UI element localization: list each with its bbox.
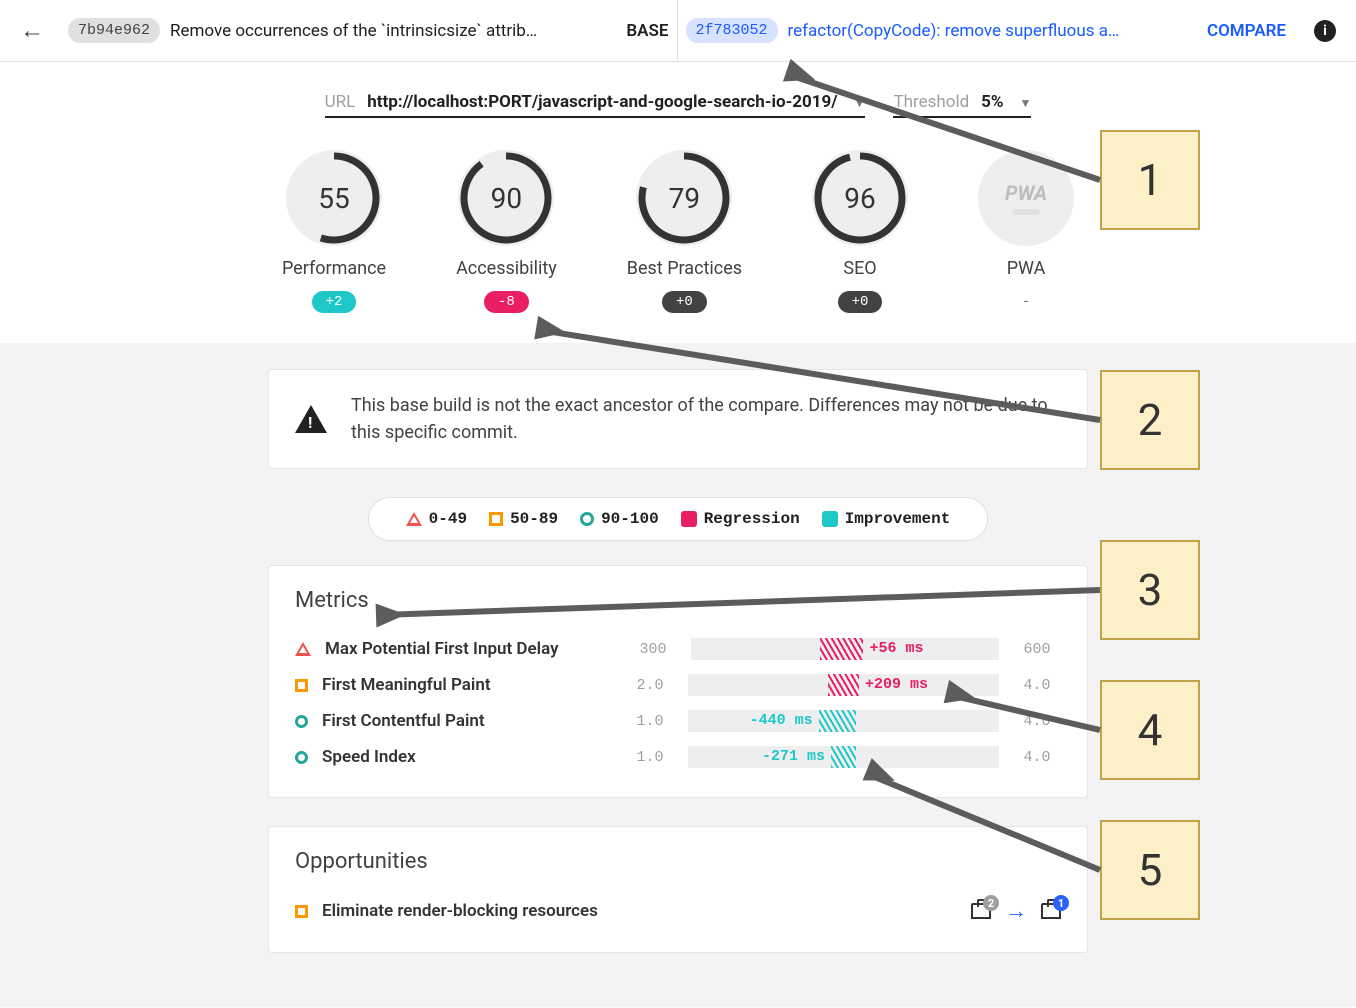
category-gauges: 55 Performance +2 90 Accessibility -8 79… <box>0 128 1356 343</box>
gauge-ring: 90 <box>458 150 554 246</box>
metric-bar: +56 ms <box>691 638 999 660</box>
url-value: http://localhost:PORT/javascript-and-goo… <box>367 92 837 112</box>
metric-row[interactable]: Max Potential First Input Delay 300 +56 … <box>295 631 1061 667</box>
ancestor-warning: This base build is not the exact ancesto… <box>268 369 1088 469</box>
opportunity-row[interactable]: Eliminate render-blocking resources 2 → … <box>295 892 1061 930</box>
metric-delta: -440 ms <box>750 712 819 729</box>
base-commit[interactable]: 7b94e962 Remove occurrences of the `intr… <box>60 18 677 43</box>
metric-range-low: 300 <box>629 641 677 658</box>
gauge-delta-pill: -8 <box>484 291 529 313</box>
gauge-label: Accessibility <box>456 258 557 279</box>
gauge-ring: 55 <box>286 150 382 246</box>
gauge-ring: 96 <box>812 150 908 246</box>
warning-icon <box>295 405 327 433</box>
arrow-right-icon: → <box>1005 898 1027 924</box>
legend-90-100: 90-100 <box>580 510 659 528</box>
gauge-seo[interactable]: 96 SEO +0 <box>812 150 908 313</box>
compare-message: refactor(CopyCode): remove superfluous a… <box>788 21 1197 41</box>
compare-commit[interactable]: 2f783052 refactor(CopyCode): remove supe… <box>677 0 1295 61</box>
gauge-accessibility[interactable]: 90 Accessibility -8 <box>456 150 557 313</box>
improvement-swatch-icon <box>822 511 838 527</box>
metric-range-high: 4.0 <box>1013 677 1061 694</box>
legend-regression: Regression <box>681 510 800 528</box>
tab-base-icon[interactable]: 2 <box>971 903 991 919</box>
legend-50-89: 50-89 <box>489 510 558 528</box>
url-label: URL <box>325 92 356 112</box>
regression-swatch-icon <box>681 511 697 527</box>
square-icon <box>295 679 308 692</box>
opportunity-name: Eliminate render-blocking resources <box>322 901 957 921</box>
metric-range-low: 1.0 <box>626 713 674 730</box>
warning-text: This base build is not the exact ancesto… <box>351 392 1061 446</box>
opportunities-title: Opportunities <box>295 849 1061 874</box>
threshold-label: Threshold <box>893 92 969 112</box>
gauge-delta-pill: +2 <box>312 291 357 313</box>
metric-row[interactable]: First Meaningful Paint 2.0 +209 ms 4.0 <box>295 667 1061 703</box>
gauge-score: 90 <box>458 150 554 246</box>
metric-range-low: 2.0 <box>626 677 674 694</box>
compare-role-label: COMPARE <box>1207 21 1286 41</box>
metric-bar: -440 ms <box>688 710 999 732</box>
square-icon <box>489 512 503 526</box>
opportunity-compare-icons: 2 → 1 <box>971 898 1061 924</box>
metric-range-high: 4.0 <box>1013 713 1061 730</box>
gauge-score: 96 <box>812 150 908 246</box>
tab-compare-icon[interactable]: 1 <box>1041 903 1061 919</box>
triangle-icon <box>406 512 422 526</box>
metric-delta: +56 ms <box>863 640 923 657</box>
circle-icon <box>295 751 308 764</box>
base-message: Remove occurrences of the `intrinsicsize… <box>170 21 616 41</box>
gauge-score: 55 <box>286 150 382 246</box>
opportunities-card: Opportunities Eliminate render-blocking … <box>268 826 1088 953</box>
gauge-best-practices[interactable]: 79 Best Practices +0 <box>627 150 742 313</box>
metric-row[interactable]: Speed Index 1.0 -271 ms 4.0 <box>295 739 1061 775</box>
url-threshold-row: URL http://localhost:PORT/javascript-and… <box>0 62 1356 128</box>
gauge-pwa[interactable]: PWA PWA - <box>978 150 1074 313</box>
gauge-label: SEO <box>843 258 876 279</box>
metrics-title: Metrics <box>295 588 1061 613</box>
compare-hash: 2f783052 <box>686 18 778 43</box>
info-icon[interactable]: i <box>1314 20 1336 42</box>
circle-icon <box>295 715 308 728</box>
gauge-label: Performance <box>282 258 386 279</box>
legend-0-49: 0-49 <box>406 510 467 528</box>
circle-icon <box>580 512 594 526</box>
metric-name: Max Potential First Input Delay <box>325 639 615 659</box>
metric-bar: +209 ms <box>688 674 999 696</box>
score-legend: 0-49 50-89 90-100 Regression Improvement <box>368 497 988 541</box>
chevron-down-icon: ▼ <box>854 96 866 110</box>
gauge-ring: 79 <box>636 150 732 246</box>
compare-header: ← 7b94e962 Remove occurrences of the `in… <box>0 0 1356 62</box>
metric-name: First Meaningful Paint <box>322 675 612 695</box>
gauge-delta-pill: +0 <box>662 291 707 313</box>
metric-range-high: 4.0 <box>1013 749 1061 766</box>
threshold-selector[interactable]: Threshold 5% ▼ <box>893 92 1031 118</box>
pwa-icon: PWA <box>978 150 1074 246</box>
gauge-label: Best Practices <box>627 258 742 279</box>
metric-range-low: 1.0 <box>626 749 674 766</box>
chevron-down-icon: ▼ <box>1020 96 1032 110</box>
metric-name: First Contentful Paint <box>322 711 612 731</box>
threshold-value: 5% <box>981 92 1003 112</box>
gauge-delta-pill: +0 <box>838 291 883 313</box>
metric-name: Speed Index <box>322 747 612 767</box>
metric-delta: +209 ms <box>859 676 928 693</box>
url-selector[interactable]: URL http://localhost:PORT/javascript-and… <box>325 92 866 118</box>
triangle-icon <box>295 642 311 656</box>
metric-delta: -271 ms <box>762 748 831 765</box>
legend-improvement: Improvement <box>822 510 951 528</box>
base-hash: 7b94e962 <box>68 18 160 43</box>
body-area: This base build is not the exact ancesto… <box>0 343 1356 1007</box>
square-icon <box>295 905 308 918</box>
back-arrow-icon[interactable]: ← <box>20 16 60 45</box>
gauge-delta-pill: - <box>1008 291 1044 313</box>
metric-row[interactable]: First Contentful Paint 1.0 -440 ms 4.0 <box>295 703 1061 739</box>
metric-bar: -271 ms <box>688 746 999 768</box>
metric-range-high: 600 <box>1013 641 1061 658</box>
gauge-performance[interactable]: 55 Performance +2 <box>282 150 386 313</box>
base-role-label: BASE <box>626 21 668 41</box>
gauge-score: 79 <box>636 150 732 246</box>
gauge-label: PWA <box>1007 258 1046 279</box>
metrics-card: Metrics Max Potential First Input Delay … <box>268 565 1088 798</box>
